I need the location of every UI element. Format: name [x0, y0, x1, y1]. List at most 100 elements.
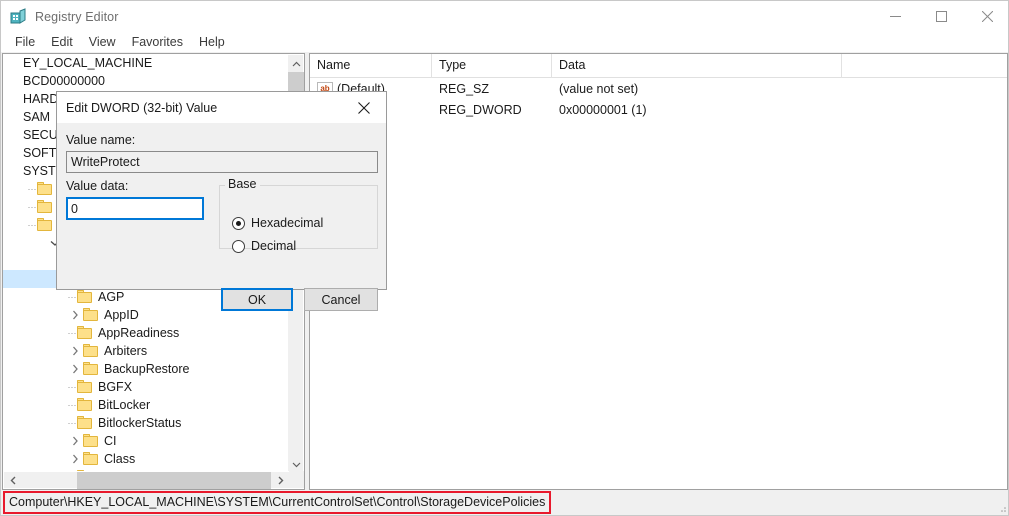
- radio-hexadecimal-label: Hexadecimal: [251, 216, 324, 230]
- column-header-type[interactable]: Type: [432, 54, 552, 78]
- menu-file[interactable]: File: [7, 33, 43, 52]
- dialog-close-icon[interactable]: [342, 92, 386, 123]
- tree-item[interactable]: CI: [3, 432, 289, 450]
- tree-item-label: BitLocker: [98, 398, 151, 412]
- radio-decimal-label: Decimal: [251, 239, 297, 253]
- close-button[interactable]: [964, 1, 1008, 32]
- tree-item-label: EY_LOCAL_MACHINE: [23, 56, 153, 70]
- value-row[interactable]: ab (Default) REG_SZ (value not set): [310, 78, 1007, 99]
- value-name-label: Value name:: [66, 133, 136, 147]
- menu-bar: File Edit View Favorites Help: [1, 32, 1008, 52]
- registry-values-pane: Name Type Data ab (Default) REG_SZ (value n…: [309, 53, 1008, 490]
- resize-grip-icon[interactable]: [995, 500, 1007, 512]
- folder-icon: [77, 290, 93, 304]
- tree-item[interactable]: BCD00000000: [3, 72, 289, 90]
- scroll-up-icon[interactable]: [288, 55, 304, 72]
- values-header-row: Name Type Data: [310, 54, 1007, 78]
- value-data-cell: 0x00000001 (1): [559, 102, 647, 117]
- folder-icon: [77, 380, 93, 394]
- chevron-right-icon[interactable]: [67, 432, 83, 450]
- tree-spacer: ⋯: [27, 201, 37, 212]
- tree-item-label: AppReadiness: [98, 326, 180, 340]
- tree-item[interactable]: ⋯ AppReadiness: [3, 324, 289, 342]
- tree-item[interactable]: Arbiters: [3, 342, 289, 360]
- menu-view[interactable]: View: [81, 33, 124, 52]
- tree-item[interactable]: ⋯ BGFX: [3, 378, 289, 396]
- chevron-right-icon[interactable]: [67, 450, 83, 468]
- tree-spacer: ⋯: [67, 381, 77, 392]
- values-list[interactable]: ab(Default)REG_SZ(value not set)ectREG_D…: [310, 78, 1007, 120]
- folder-icon: [83, 434, 99, 448]
- dialog-body: Value name: Value data: Base Hexadecimal…: [57, 123, 386, 311]
- tree-item[interactable]: Class: [3, 450, 289, 468]
- folder-icon: [83, 344, 99, 358]
- tree-hscroll-thumb[interactable]: [77, 472, 271, 489]
- registry-editor-icon: [10, 8, 27, 25]
- value-data-label: Value data:: [66, 179, 129, 193]
- folder-icon: [77, 326, 93, 340]
- folder-icon: [83, 452, 99, 466]
- column-header-name[interactable]: Name: [310, 54, 432, 78]
- value-data-input[interactable]: [66, 197, 204, 220]
- column-header-data[interactable]: Data: [552, 54, 842, 78]
- value-row[interactable]: ectREG_DWORD0x00000001 (1): [310, 99, 1007, 120]
- tree-spacer: ⋯: [27, 183, 37, 194]
- window-title: Registry Editor: [35, 9, 119, 24]
- tree-item[interactable]: ⋯ BitlockerStatus: [3, 414, 289, 432]
- chevron-right-icon[interactable]: [67, 360, 83, 378]
- title-bar: Registry Editor: [1, 1, 1008, 32]
- tree-spacer: ⋯: [67, 399, 77, 410]
- tree-spacer: ⋯: [67, 327, 77, 338]
- folder-icon: [77, 416, 93, 430]
- radio-decimal[interactable]: Decimal: [232, 239, 296, 253]
- status-bar: Computer\HKEY_LOCAL_MACHINE\SYSTEM\Curre…: [1, 490, 1008, 515]
- folder-icon: [83, 362, 99, 376]
- tree-item[interactable]: EY_LOCAL_MACHINE: [3, 54, 289, 72]
- scrollbar-corner: [289, 471, 304, 488]
- tree-horizontal-scrollbar[interactable]: [4, 471, 304, 489]
- value-name-input[interactable]: [66, 151, 378, 173]
- menu-edit[interactable]: Edit: [43, 33, 81, 52]
- ok-button[interactable]: OK: [221, 288, 293, 311]
- radio-decimal-icon: [232, 239, 245, 253]
- registry-editor-window: Registry Editor File Edit View Favorites…: [0, 0, 1009, 516]
- chevron-right-icon[interactable]: [67, 342, 83, 360]
- tree-spacer: ⋯: [27, 219, 37, 230]
- value-data-cell: (value not set): [559, 81, 639, 96]
- dialog-title-bar: Edit DWORD (32-bit) Value: [57, 92, 386, 123]
- tree-item-label: Arbiters: [104, 344, 148, 358]
- tree-item[interactable]: BackupRestore: [3, 360, 289, 378]
- tree-item-label: BGFX: [98, 380, 133, 394]
- folder-icon: [37, 200, 53, 214]
- folder-icon: [37, 218, 53, 232]
- edit-dword-dialog: Edit DWORD (32-bit) Value Value name: Va…: [56, 91, 387, 311]
- tree-item-label: Class: [104, 452, 136, 466]
- tree-item-label: SAM: [23, 110, 51, 124]
- column-header-filler: [842, 54, 1007, 78]
- tree-item[interactable]: ⋯ BitLocker: [3, 396, 289, 414]
- tree-item-label: CI: [104, 434, 117, 448]
- menu-favorites[interactable]: Favorites: [124, 33, 191, 52]
- scroll-right-icon[interactable]: [272, 472, 289, 489]
- cancel-button[interactable]: Cancel: [304, 288, 378, 311]
- minimize-button[interactable]: [872, 1, 918, 32]
- tree-item-label: AppID: [104, 308, 139, 322]
- tree-item-label: BitlockerStatus: [98, 416, 182, 430]
- window-controls: [872, 1, 1008, 32]
- chevron-right-icon[interactable]: [67, 306, 83, 324]
- value-type-cell: REG_DWORD: [439, 102, 522, 117]
- scroll-left-icon[interactable]: [4, 472, 21, 489]
- status-path: Computer\HKEY_LOCAL_MACHINE\SYSTEM\Curre…: [3, 491, 552, 514]
- value-type-cell: REG_SZ: [439, 81, 490, 96]
- radio-hexadecimal[interactable]: Hexadecimal: [232, 216, 323, 230]
- maximize-button[interactable]: [918, 1, 964, 32]
- radio-hexadecimal-icon: [232, 216, 245, 230]
- menu-help[interactable]: Help: [191, 33, 233, 52]
